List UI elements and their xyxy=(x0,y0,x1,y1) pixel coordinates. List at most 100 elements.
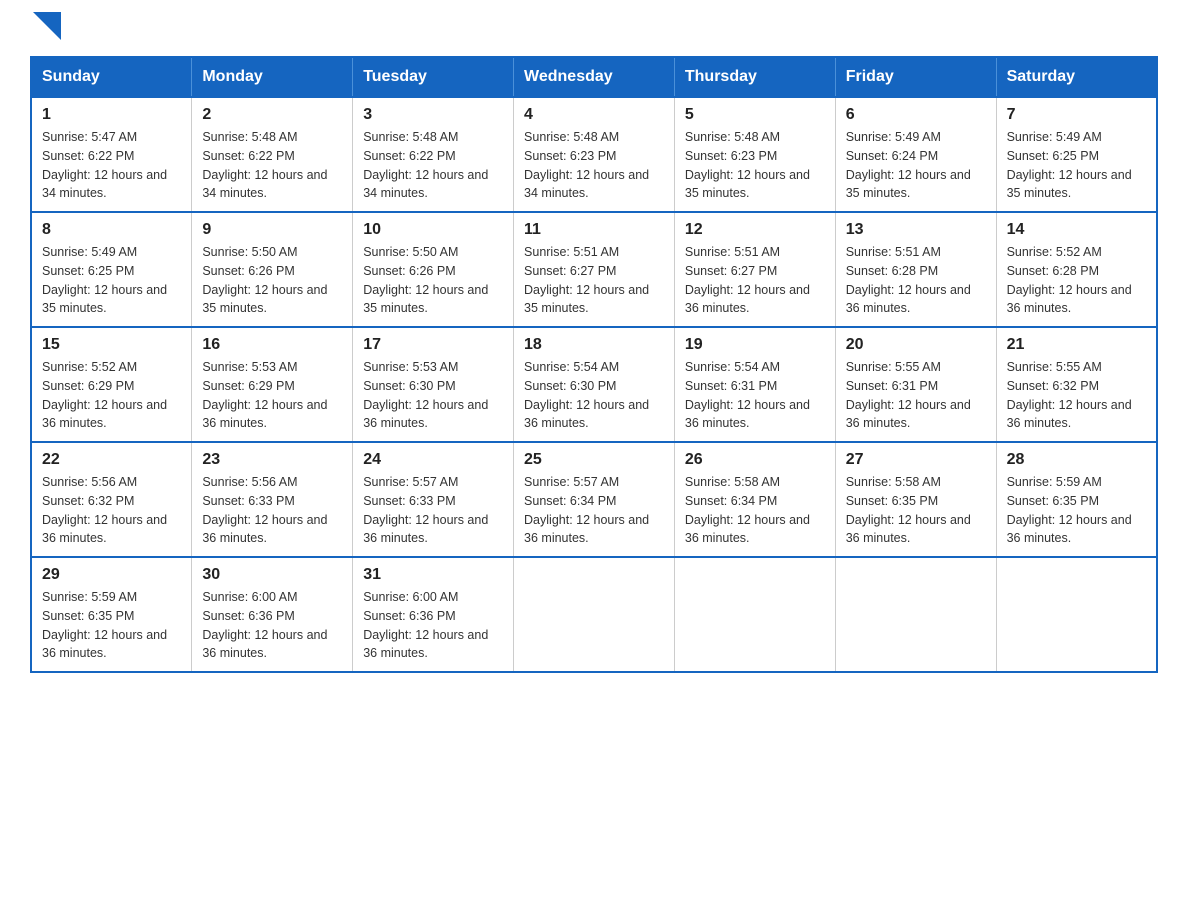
header-row: SundayMondayTuesdayWednesdayThursdayFrid… xyxy=(31,57,1157,97)
day-info: Sunrise: 5:48 AMSunset: 6:22 PMDaylight:… xyxy=(363,128,503,203)
day-number: 26 xyxy=(685,451,825,469)
week-row-2: 8 Sunrise: 5:49 AMSunset: 6:25 PMDaylight… xyxy=(31,212,1157,327)
calendar-cell: 22 Sunrise: 5:56 AMSunset: 6:32 PMDayligh… xyxy=(31,442,192,557)
day-number: 30 xyxy=(202,566,342,584)
day-info: Sunrise: 6:00 AMSunset: 6:36 PMDaylight:… xyxy=(363,588,503,663)
calendar-cell: 19 Sunrise: 5:54 AMSunset: 6:31 PMDayligh… xyxy=(674,327,835,442)
day-number: 29 xyxy=(42,566,181,584)
day-number: 21 xyxy=(1007,336,1146,354)
calendar-cell: 21 Sunrise: 5:55 AMSunset: 6:32 PMDayligh… xyxy=(996,327,1157,442)
day-info: Sunrise: 5:51 AMSunset: 6:27 PMDaylight:… xyxy=(524,243,664,318)
day-info: Sunrise: 5:55 AMSunset: 6:31 PMDaylight:… xyxy=(846,358,986,433)
day-number: 14 xyxy=(1007,221,1146,239)
calendar-cell: 5 Sunrise: 5:48 AMSunset: 6:23 PMDaylight… xyxy=(674,97,835,212)
calendar-cell: 3 Sunrise: 5:48 AMSunset: 6:22 PMDaylight… xyxy=(353,97,514,212)
day-info: Sunrise: 5:59 AMSunset: 6:35 PMDaylight:… xyxy=(1007,473,1146,548)
day-info: Sunrise: 5:52 AMSunset: 6:28 PMDaylight:… xyxy=(1007,243,1146,318)
day-info: Sunrise: 5:51 AMSunset: 6:27 PMDaylight:… xyxy=(685,243,825,318)
day-number: 15 xyxy=(42,336,181,354)
day-info: Sunrise: 5:48 AMSunset: 6:22 PMDaylight:… xyxy=(202,128,342,203)
day-number: 17 xyxy=(363,336,503,354)
day-info: Sunrise: 5:49 AMSunset: 6:25 PMDaylight:… xyxy=(42,243,181,318)
calendar-cell: 8 Sunrise: 5:49 AMSunset: 6:25 PMDaylight… xyxy=(31,212,192,327)
week-row-5: 29Sunrise: 5:59 AMSunset: 6:35 PMDayligh… xyxy=(31,557,1157,672)
week-row-4: 22 Sunrise: 5:56 AMSunset: 6:32 PMDayligh… xyxy=(31,442,1157,557)
day-info: Sunrise: 5:48 AMSunset: 6:23 PMDaylight:… xyxy=(685,128,825,203)
day-number: 13 xyxy=(846,221,986,239)
calendar-cell: 30 Sunrise: 6:00 AMSunset: 6:36 PMDayligh… xyxy=(192,557,353,672)
calendar-cell: 1Sunrise: 5:47 AMSunset: 6:22 PMDaylight… xyxy=(31,97,192,212)
calendar-cell: 6Sunrise: 5:49 AMSunset: 6:24 PMDaylight… xyxy=(835,97,996,212)
day-number: 19 xyxy=(685,336,825,354)
day-info: Sunrise: 5:56 AMSunset: 6:32 PMDaylight:… xyxy=(42,473,181,548)
calendar-cell: 16 Sunrise: 5:53 AMSunset: 6:29 PMDayligh… xyxy=(192,327,353,442)
day-info: Sunrise: 5:48 AMSunset: 6:23 PMDaylight:… xyxy=(524,128,664,203)
day-number: 16 xyxy=(202,336,342,354)
day-number: 4 xyxy=(524,106,664,124)
header-saturday: Saturday xyxy=(996,57,1157,97)
calendar-cell xyxy=(835,557,996,672)
calendar-cell: 24 Sunrise: 5:57 AMSunset: 6:33 PMDayligh… xyxy=(353,442,514,557)
day-info: Sunrise: 5:56 AMSunset: 6:33 PMDaylight:… xyxy=(202,473,342,548)
day-info: Sunrise: 5:50 AMSunset: 6:26 PMDaylight:… xyxy=(363,243,503,318)
day-number: 8 xyxy=(42,221,181,239)
week-row-1: 1Sunrise: 5:47 AMSunset: 6:22 PMDaylight… xyxy=(31,97,1157,212)
day-number: 27 xyxy=(846,451,986,469)
day-number: 11 xyxy=(524,221,664,239)
day-number: 7 xyxy=(1007,106,1146,124)
calendar-cell: 25Sunrise: 5:57 AMSunset: 6:34 PMDayligh… xyxy=(514,442,675,557)
calendar-cell xyxy=(674,557,835,672)
day-number: 3 xyxy=(363,106,503,124)
calendar-cell: 29Sunrise: 5:59 AMSunset: 6:35 PMDayligh… xyxy=(31,557,192,672)
week-row-3: 15 Sunrise: 5:52 AMSunset: 6:29 PMDayligh… xyxy=(31,327,1157,442)
day-info: Sunrise: 5:52 AMSunset: 6:29 PMDaylight:… xyxy=(42,358,181,433)
day-info: Sunrise: 5:55 AMSunset: 6:32 PMDaylight:… xyxy=(1007,358,1146,433)
day-number: 2 xyxy=(202,106,342,124)
day-number: 25 xyxy=(524,451,664,469)
calendar-cell xyxy=(514,557,675,672)
day-number: 28 xyxy=(1007,451,1146,469)
calendar-cell: 10 Sunrise: 5:50 AMSunset: 6:26 PMDayligh… xyxy=(353,212,514,327)
calendar-cell: 27 Sunrise: 5:58 AMSunset: 6:35 PMDayligh… xyxy=(835,442,996,557)
day-info: Sunrise: 5:53 AMSunset: 6:29 PMDaylight:… xyxy=(202,358,342,433)
calendar-cell: 12Sunrise: 5:51 AMSunset: 6:27 PMDayligh… xyxy=(674,212,835,327)
day-info: Sunrise: 5:49 AMSunset: 6:25 PMDaylight:… xyxy=(1007,128,1146,203)
calendar-cell: 9Sunrise: 5:50 AMSunset: 6:26 PMDaylight… xyxy=(192,212,353,327)
day-info: Sunrise: 5:49 AMSunset: 6:24 PMDaylight:… xyxy=(846,128,986,203)
logo xyxy=(30,20,61,36)
day-number: 18 xyxy=(524,336,664,354)
calendar-cell: 13 Sunrise: 5:51 AMSunset: 6:28 PMDayligh… xyxy=(835,212,996,327)
calendar-cell: 11 Sunrise: 5:51 AMSunset: 6:27 PMDayligh… xyxy=(514,212,675,327)
day-number: 23 xyxy=(202,451,342,469)
day-info: Sunrise: 5:54 AMSunset: 6:31 PMDaylight:… xyxy=(685,358,825,433)
day-number: 1 xyxy=(42,106,181,124)
page-header xyxy=(30,20,1158,36)
day-info: Sunrise: 5:58 AMSunset: 6:35 PMDaylight:… xyxy=(846,473,986,548)
header-tuesday: Tuesday xyxy=(353,57,514,97)
calendar-cell: 23 Sunrise: 5:56 AMSunset: 6:33 PMDayligh… xyxy=(192,442,353,557)
header-sunday: Sunday xyxy=(31,57,192,97)
logo-triangle-icon xyxy=(33,12,61,40)
day-info: Sunrise: 5:58 AMSunset: 6:34 PMDaylight:… xyxy=(685,473,825,548)
header-friday: Friday xyxy=(835,57,996,97)
day-number: 31 xyxy=(363,566,503,584)
calendar-cell: 18Sunrise: 5:54 AMSunset: 6:30 PMDayligh… xyxy=(514,327,675,442)
calendar-header: SundayMondayTuesdayWednesdayThursdayFrid… xyxy=(31,57,1157,97)
calendar-body: 1Sunrise: 5:47 AMSunset: 6:22 PMDaylight… xyxy=(31,97,1157,672)
day-info: Sunrise: 5:57 AMSunset: 6:33 PMDaylight:… xyxy=(363,473,503,548)
day-number: 10 xyxy=(363,221,503,239)
day-info: Sunrise: 5:51 AMSunset: 6:28 PMDaylight:… xyxy=(846,243,986,318)
calendar-cell: 4 Sunrise: 5:48 AMSunset: 6:23 PMDaylight… xyxy=(514,97,675,212)
day-info: Sunrise: 6:00 AMSunset: 6:36 PMDaylight:… xyxy=(202,588,342,663)
day-info: Sunrise: 5:50 AMSunset: 6:26 PMDaylight:… xyxy=(202,243,342,318)
calendar-cell: 14 Sunrise: 5:52 AMSunset: 6:28 PMDayligh… xyxy=(996,212,1157,327)
calendar-cell: 26 Sunrise: 5:58 AMSunset: 6:34 PMDayligh… xyxy=(674,442,835,557)
day-number: 22 xyxy=(42,451,181,469)
calendar-cell: 15 Sunrise: 5:52 AMSunset: 6:29 PMDayligh… xyxy=(31,327,192,442)
day-number: 24 xyxy=(363,451,503,469)
calendar-cell: 7 Sunrise: 5:49 AMSunset: 6:25 PMDaylight… xyxy=(996,97,1157,212)
calendar-cell xyxy=(996,557,1157,672)
day-number: 5 xyxy=(685,106,825,124)
header-wednesday: Wednesday xyxy=(514,57,675,97)
calendar-table: SundayMondayTuesdayWednesdayThursdayFrid… xyxy=(30,56,1158,673)
